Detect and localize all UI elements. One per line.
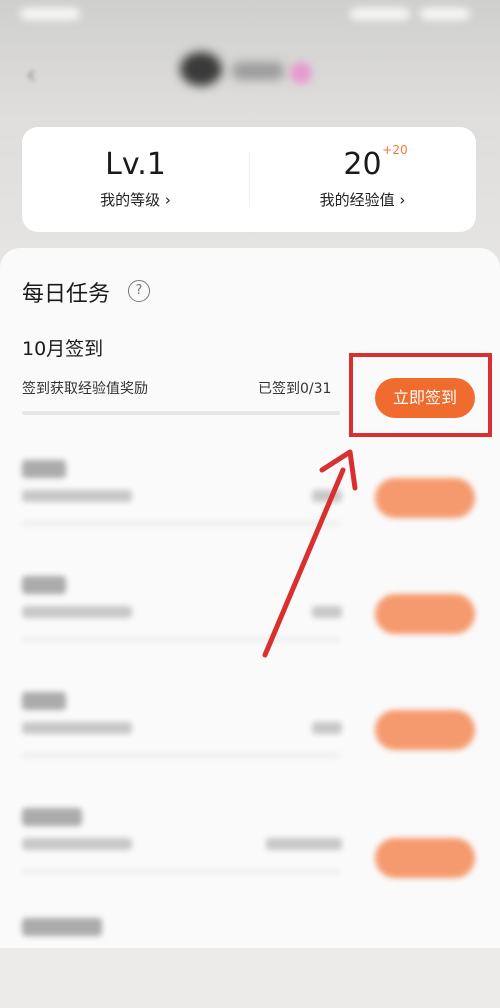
annotation-arrow [262, 449, 358, 658]
task-row-blurred [0, 918, 500, 1008]
